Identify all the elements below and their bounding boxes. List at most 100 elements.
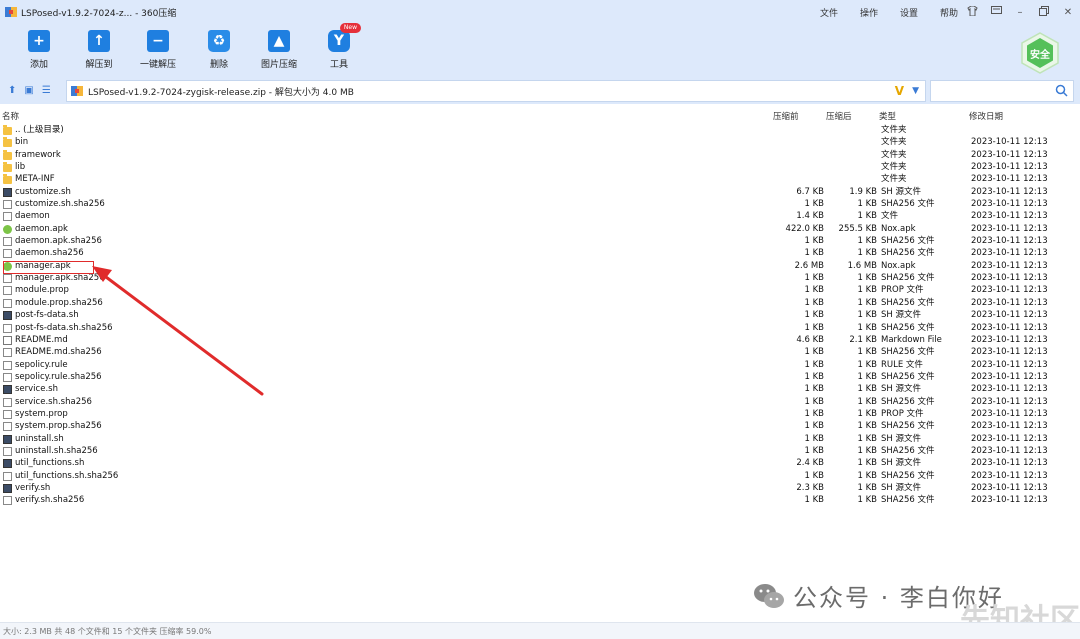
file-name: uninstall.sh.sha256 bbox=[15, 445, 98, 456]
table-row[interactable]: daemon.apk 422.0 KB 255.5 KB Nox.apk 2023-10… bbox=[0, 223, 1080, 235]
file-type: SHA256 文件 bbox=[881, 470, 935, 481]
folder-icon bbox=[3, 149, 12, 160]
feedback-icon[interactable] bbox=[990, 5, 1002, 19]
file-size-after: 1 KB bbox=[857, 470, 877, 481]
table-row[interactable]: META-INF 文件夹 2023-10-11 12:13 bbox=[0, 173, 1080, 185]
table-row[interactable]: service.sh.sha256 1 KB 1 KB SHA256 文件 2023-1… bbox=[0, 396, 1080, 408]
file-date: 2023-10-11 12:13 bbox=[971, 248, 1048, 259]
one-click-extract-button[interactable]: − 一键解压 bbox=[128, 30, 188, 70]
table-row[interactable]: verify.sh.sha256 1 KB 1 KB SHA256 文件 2023-10… bbox=[0, 494, 1080, 506]
table-row[interactable]: module.prop.sha256 1 KB 1 KB SHA256 文件 2023-… bbox=[0, 297, 1080, 309]
file-name: service.sh.sha256 bbox=[15, 396, 92, 407]
file-date: 2023-10-11 12:13 bbox=[971, 285, 1048, 296]
view-thumbnail-icon[interactable]: ▣ bbox=[24, 85, 33, 96]
file-name: daemon bbox=[15, 211, 50, 222]
table-row[interactable]: daemon.sha256 1 KB 1 KB SHA256 文件 2023-10-11… bbox=[0, 247, 1080, 259]
file-size-before: 1 KB bbox=[804, 384, 824, 395]
delete-label: 删除 bbox=[209, 60, 228, 70]
table-row[interactable]: customize.sh 6.7 KB 1.9 KB SH 源文件 2023-10-11… bbox=[0, 186, 1080, 198]
file-size-before: 1 KB bbox=[804, 347, 824, 358]
up-arrow-icon[interactable]: ⬆ bbox=[8, 85, 16, 96]
file-date: 2023-10-11 12:13 bbox=[971, 310, 1048, 321]
table-row[interactable]: service.sh 1 KB 1 KB SH 源文件 2023-10-11 12:13 bbox=[0, 383, 1080, 395]
menu-settings[interactable]: 设置 bbox=[900, 6, 918, 19]
table-row[interactable]: verify.sh 2.3 KB 1 KB SH 源文件 2023-10-11 12:1… bbox=[0, 482, 1080, 494]
table-row[interactable]: uninstall.sh 1 KB 1 KB SH 源文件 2023-10-11 12:… bbox=[0, 433, 1080, 445]
security-shield-badge[interactable]: 安全 bbox=[1020, 32, 1060, 74]
file-name: META-INF bbox=[15, 174, 55, 185]
table-row[interactable]: uninstall.sh.sha256 1 KB 1 KB SHA256 文件 2023… bbox=[0, 445, 1080, 457]
file-size-after: 1 KB bbox=[857, 433, 877, 444]
table-row[interactable]: lib 文件夹 2023-10-11 12:13 bbox=[0, 161, 1080, 173]
col-compressed[interactable]: 压缩前 bbox=[773, 110, 799, 122]
md-icon bbox=[3, 335, 12, 345]
file-name: daemon.sha256 bbox=[15, 248, 84, 259]
table-row[interactable]: system.prop 1 KB 1 KB PROP 文件 2023-10-11 12:… bbox=[0, 408, 1080, 420]
file-date: 2023-10-11 12:13 bbox=[971, 186, 1048, 197]
file-date: 2023-10-11 12:13 bbox=[971, 384, 1048, 395]
verified-v-icon[interactable]: V bbox=[895, 84, 904, 98]
delete-button[interactable]: ♻ 删除 bbox=[189, 30, 249, 70]
path-actions: V ▼ bbox=[895, 84, 919, 98]
table-row[interactable]: post-fs-data.sh.sha256 1 KB 1 KB SHA256 文件 2… bbox=[0, 322, 1080, 334]
path-field[interactable]: LSPosed-v1.9.2-7024-zygisk-release.zip -… bbox=[66, 80, 926, 102]
file-type: SHA256 文件 bbox=[881, 322, 935, 333]
minimize-icon[interactable]: – bbox=[1014, 7, 1026, 18]
table-row[interactable]: README.md 4.6 KB 2.1 KB Markdown File 2023-1… bbox=[0, 334, 1080, 346]
file-size-after: 1 KB bbox=[857, 495, 877, 506]
col-name[interactable]: 名称 bbox=[2, 110, 19, 122]
file-size-before: 1 KB bbox=[804, 359, 824, 370]
table-row[interactable]: README.md.sha256 1 KB 1 KB SHA256 文件 2023-10… bbox=[0, 346, 1080, 358]
table-row[interactable]: util_functions.sh.sha256 1 KB 1 KB SHA256 文… bbox=[0, 470, 1080, 482]
folder-icon bbox=[3, 137, 12, 148]
table-row[interactable]: system.prop.sha256 1 KB 1 KB SHA256 文件 2023-… bbox=[0, 420, 1080, 432]
table-row[interactable]: daemon 1.4 KB 1 KB 文件 2023-10-11 12:13 bbox=[0, 210, 1080, 222]
file-size-after: 255.5 KB bbox=[838, 223, 877, 234]
file-type: Nox.apk bbox=[881, 223, 916, 234]
table-row[interactable]: module.prop 1 KB 1 KB PROP 文件 2023-10-11 12:… bbox=[0, 284, 1080, 296]
recycle-icon: ♻ bbox=[208, 30, 230, 52]
table-row[interactable]: sepolicy.rule 1 KB 1 KB RULE 文件 2023-10-11 1… bbox=[0, 359, 1080, 371]
menu-operate[interactable]: 操作 bbox=[860, 6, 878, 19]
doc-icon bbox=[3, 496, 12, 506]
file-date: 2023-10-11 12:13 bbox=[971, 260, 1048, 271]
table-row[interactable]: manager.apk 2.6 MB 1.6 MB Nox.apk 2023-10-11… bbox=[0, 260, 1080, 272]
search-icon[interactable] bbox=[1055, 84, 1068, 97]
menu-help[interactable]: 帮助 bbox=[940, 6, 958, 19]
table-row[interactable]: daemon.apk.sha256 1 KB 1 KB SHA256 文件 2023-1… bbox=[0, 235, 1080, 247]
skin-icon[interactable] bbox=[966, 5, 978, 19]
table-row[interactable]: sepolicy.rule.sha256 1 KB 1 KB SHA256 文件 202… bbox=[0, 371, 1080, 383]
table-row[interactable]: .. (上级目录) 文件夹 bbox=[0, 124, 1080, 136]
search-input[interactable] bbox=[930, 80, 1074, 102]
file-size-after: 1 KB bbox=[857, 248, 877, 259]
tools-icon: Y New bbox=[328, 23, 361, 52]
file-size-before: 1 KB bbox=[804, 371, 824, 382]
col-date[interactable]: 修改日期 bbox=[969, 110, 1003, 122]
file-date: 2023-10-11 12:13 bbox=[971, 470, 1048, 481]
file-size-before: 4.6 KB bbox=[796, 334, 824, 345]
table-row[interactable]: util_functions.sh 2.4 KB 1 KB SH 源文件 2023-10… bbox=[0, 457, 1080, 469]
menu-file[interactable]: 文件 bbox=[820, 6, 838, 19]
tools-button[interactable]: Y New 工具 bbox=[309, 23, 369, 70]
doc-icon bbox=[3, 422, 12, 432]
file-type: SHA256 文件 bbox=[881, 396, 935, 407]
close-icon[interactable]: ✕ bbox=[1062, 7, 1074, 18]
col-type[interactable]: 类型 bbox=[879, 110, 896, 122]
title-bar: LSPosed-v1.9.2-7024-z... - 360压缩 文件 操作 设… bbox=[0, 0, 1080, 24]
col-original[interactable]: 压缩后 bbox=[826, 110, 852, 122]
table-row[interactable]: manager.apk.sha256 1 KB 1 KB SHA256 文件 2023-… bbox=[0, 272, 1080, 284]
chevron-down-icon[interactable]: ▼ bbox=[912, 86, 919, 96]
extract-to-button[interactable]: ↑ 解压到 bbox=[69, 30, 129, 70]
view-list-icon[interactable]: ☰ bbox=[42, 85, 51, 96]
file-name: util_functions.sh bbox=[15, 458, 85, 469]
table-row[interactable]: bin 文件夹 2023-10-11 12:13 bbox=[0, 136, 1080, 148]
image-compress-button[interactable]: ▲ 图片压缩 bbox=[249, 30, 309, 70]
table-row[interactable]: customize.sh.sha256 1 KB 1 KB SHA256 文件 2023… bbox=[0, 198, 1080, 210]
table-row[interactable]: post-fs-data.sh 1 KB 1 KB SH 源文件 2023-10-11 … bbox=[0, 309, 1080, 321]
add-button[interactable]: + 添加 bbox=[9, 30, 69, 70]
table-row[interactable]: framework 文件夹 2023-10-11 12:13 bbox=[0, 149, 1080, 161]
doc-icon bbox=[3, 274, 12, 284]
file-name: README.md.sha256 bbox=[15, 347, 102, 358]
restore-icon[interactable] bbox=[1038, 5, 1050, 19]
folder-icon bbox=[3, 174, 12, 185]
